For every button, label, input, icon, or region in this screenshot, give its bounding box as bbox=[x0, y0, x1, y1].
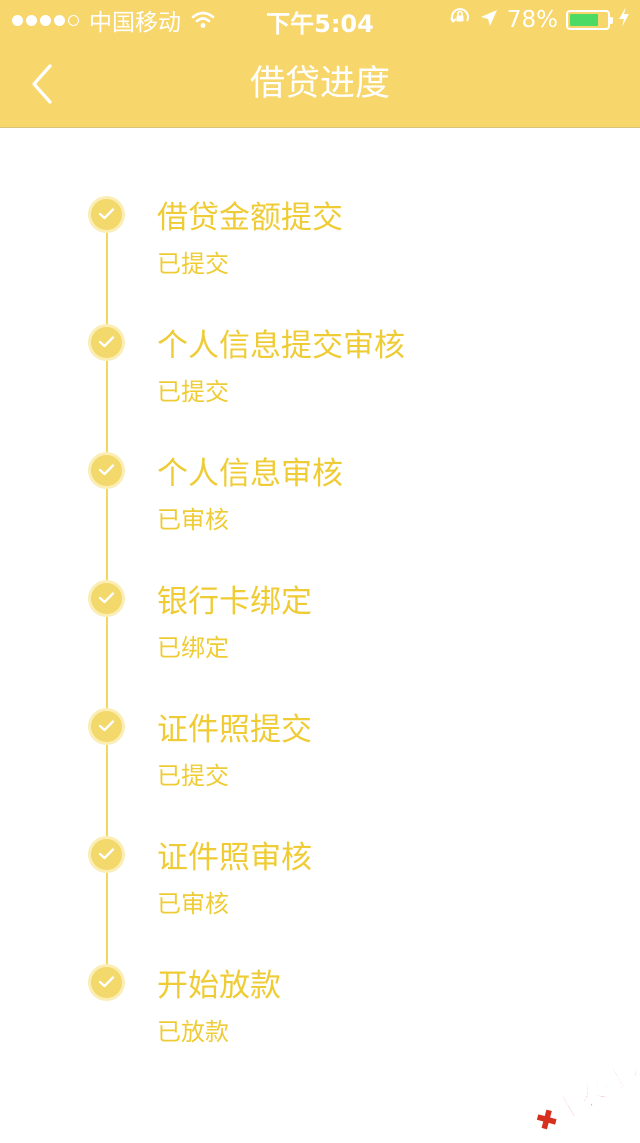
status-right: 78% bbox=[449, 6, 630, 34]
step-title: 个人信息审核 bbox=[157, 456, 343, 492]
progress-timeline: 借贷金额提交 已提交 个人信息提交审核 已提交 个人信息审核 已审核 银行卡绑定 已绑定 证件照… bbox=[0, 128, 640, 1136]
page-title: 借贷进度 bbox=[249, 64, 390, 104]
step-title: 个人信息提交审核 bbox=[157, 328, 405, 364]
timeline-step: 证件照审核 已审核 bbox=[0, 768, 640, 918]
timeline-step: 银行卡绑定 已绑定 bbox=[0, 512, 640, 662]
orientation-lock-icon bbox=[449, 6, 471, 34]
battery-fill bbox=[570, 14, 599, 26]
check-circle-icon bbox=[91, 711, 122, 742]
status-bar: 中国移动 下午5:04 78% bbox=[0, 0, 640, 40]
header: 中国移动 下午5:04 78% 借贷进度 bbox=[0, 0, 640, 128]
check-circle-icon bbox=[91, 583, 122, 614]
timeline-step: 借贷金额提交 已提交 bbox=[0, 128, 640, 278]
check-circle-icon bbox=[91, 199, 122, 230]
step-title: 证件照提交 bbox=[157, 712, 312, 748]
step-title: 证件照审核 bbox=[157, 840, 312, 876]
location-arrow-icon bbox=[479, 6, 499, 34]
step-status: 已放款 bbox=[157, 1018, 229, 1046]
step-title: 开始放款 bbox=[157, 968, 281, 1004]
navigation-bar: 借贷进度 bbox=[0, 40, 640, 128]
charging-bolt-icon bbox=[618, 6, 630, 34]
timeline-step: 开始放款 已放款 bbox=[0, 896, 640, 1046]
step-title: 借贷金额提交 bbox=[157, 200, 343, 236]
battery-icon bbox=[566, 10, 613, 30]
check-circle-icon bbox=[91, 967, 122, 998]
check-circle-icon bbox=[91, 455, 122, 486]
step-title: 银行卡绑定 bbox=[157, 584, 312, 620]
timeline-step: 证件照提交 已提交 bbox=[0, 640, 640, 790]
timeline-step: 个人信息提交审核 已提交 bbox=[0, 256, 640, 406]
check-circle-icon bbox=[91, 327, 122, 358]
battery-percent: 78% bbox=[506, 7, 558, 33]
check-circle-icon bbox=[91, 839, 122, 870]
timeline-step: 个人信息审核 已审核 bbox=[0, 384, 640, 534]
